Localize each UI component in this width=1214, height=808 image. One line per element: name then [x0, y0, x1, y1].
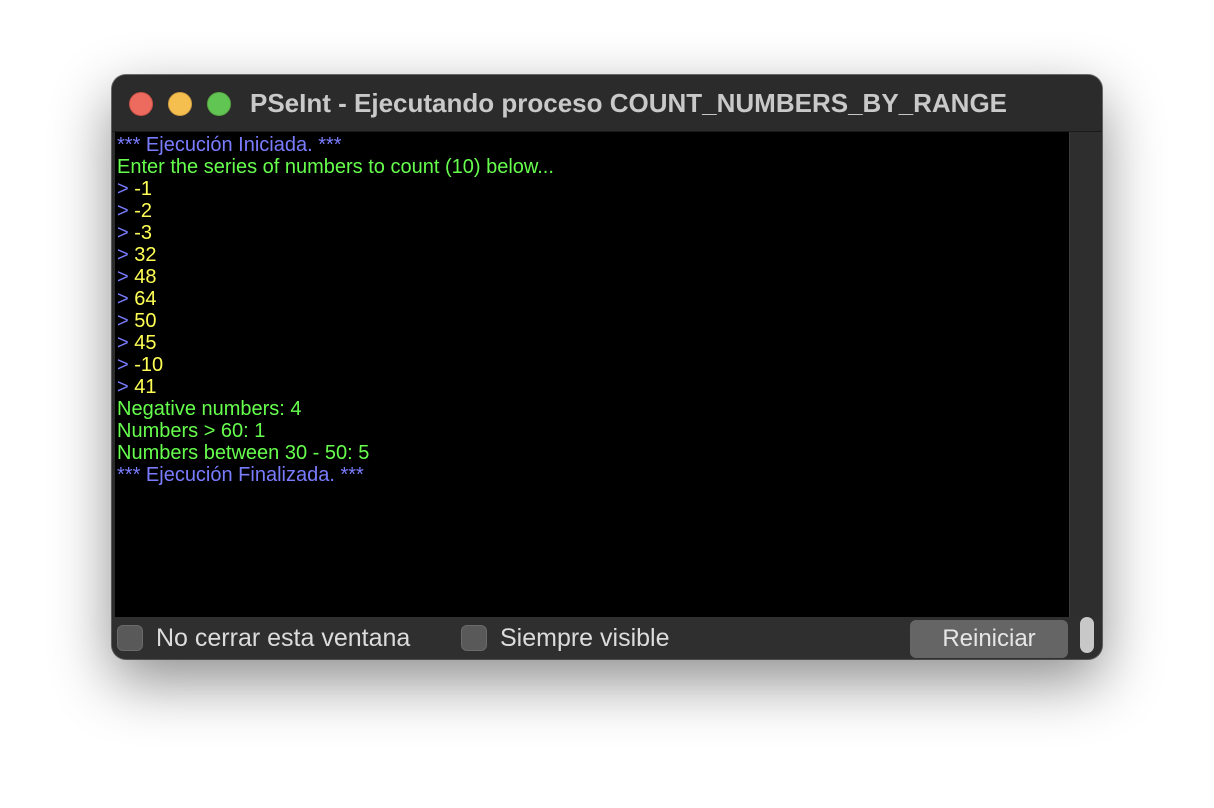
title-bar[interactable]: PSeInt - Ejecutando proceso COUNT_NUMBER…	[112, 75, 1102, 132]
always-visible-label[interactable]: Siempre visible	[500, 624, 670, 653]
console-line: Numbers > 60: 1	[117, 420, 554, 442]
keep-open-checkbox[interactable]	[117, 625, 143, 651]
console-text: Negative numbers: 4	[117, 398, 302, 420]
prompt-marker: >	[117, 310, 135, 332]
console-line: > 45	[117, 332, 554, 354]
keep-open-label[interactable]: No cerrar esta ventana	[156, 624, 410, 653]
console-text: -1	[134, 178, 153, 200]
console-text: 41	[134, 376, 157, 398]
console-text: 50	[134, 310, 157, 332]
console-text: 45	[134, 332, 157, 354]
prompt-marker: >	[117, 376, 135, 398]
close-window-button[interactable]	[129, 92, 153, 116]
console-text: *** Ejecución Iniciada. ***	[117, 134, 342, 156]
prompt-marker: >	[117, 266, 135, 288]
console-text: -10	[134, 354, 164, 376]
restart-button[interactable]: Reiniciar	[910, 620, 1068, 658]
console-line: > 41	[117, 376, 554, 398]
prompt-marker: >	[117, 200, 135, 222]
console-line: *** Ejecución Finalizada. ***	[117, 464, 554, 486]
console-text: Enter the series of numbers to count (10…	[117, 156, 554, 178]
console-text: 48	[134, 266, 157, 288]
console-line: Numbers between 30 - 50: 5	[117, 442, 554, 464]
console-text: -3	[134, 222, 153, 244]
prompt-marker: >	[117, 222, 135, 244]
console-line: > -10	[117, 354, 554, 376]
prompt-marker: >	[117, 354, 135, 376]
console-text: *** Ejecución Finalizada. ***	[117, 464, 364, 486]
console-text: 64	[134, 288, 157, 310]
console-output[interactable]: *** Ejecución Iniciada. *** Enter the ser…	[115, 132, 1069, 617]
pseint-run-window: PSeInt - Ejecutando proceso COUNT_NUMBER…	[112, 75, 1102, 659]
scrollbar-thumb[interactable]	[1080, 617, 1094, 653]
console-scrollbar[interactable]	[1069, 132, 1102, 617]
prompt-marker: >	[117, 244, 135, 266]
console-line: > -2	[117, 200, 554, 222]
console-line: > 50	[117, 310, 554, 332]
minimize-window-button[interactable]	[168, 92, 192, 116]
console-text: -2	[134, 200, 153, 222]
prompt-marker: >	[117, 288, 135, 310]
console-line: > -3	[117, 222, 554, 244]
console-line: *** Ejecución Iniciada. ***	[117, 134, 554, 156]
console-line: > -1	[117, 178, 554, 200]
bottom-bar: No cerrar esta ventana Siempre visible R…	[112, 617, 1102, 659]
console-lines: *** Ejecución Iniciada. *** Enter the ser…	[117, 134, 554, 486]
always-visible-checkbox[interactable]	[461, 625, 487, 651]
zoom-window-button[interactable]	[207, 92, 231, 116]
console-line: > 64	[117, 288, 554, 310]
console-line: > 32	[117, 244, 554, 266]
console-text: Numbers > 60: 1	[117, 420, 266, 442]
prompt-marker: >	[117, 178, 135, 200]
console-line: Negative numbers: 4	[117, 398, 554, 420]
console-line: > 48	[117, 266, 554, 288]
console-text: 32	[134, 244, 157, 266]
prompt-marker: >	[117, 332, 135, 354]
console-line: Enter the series of numbers to count (10…	[117, 156, 554, 178]
window-title: PSeInt - Ejecutando proceso COUNT_NUMBER…	[250, 88, 1008, 118]
console-text: Numbers between 30 - 50: 5	[117, 442, 370, 464]
